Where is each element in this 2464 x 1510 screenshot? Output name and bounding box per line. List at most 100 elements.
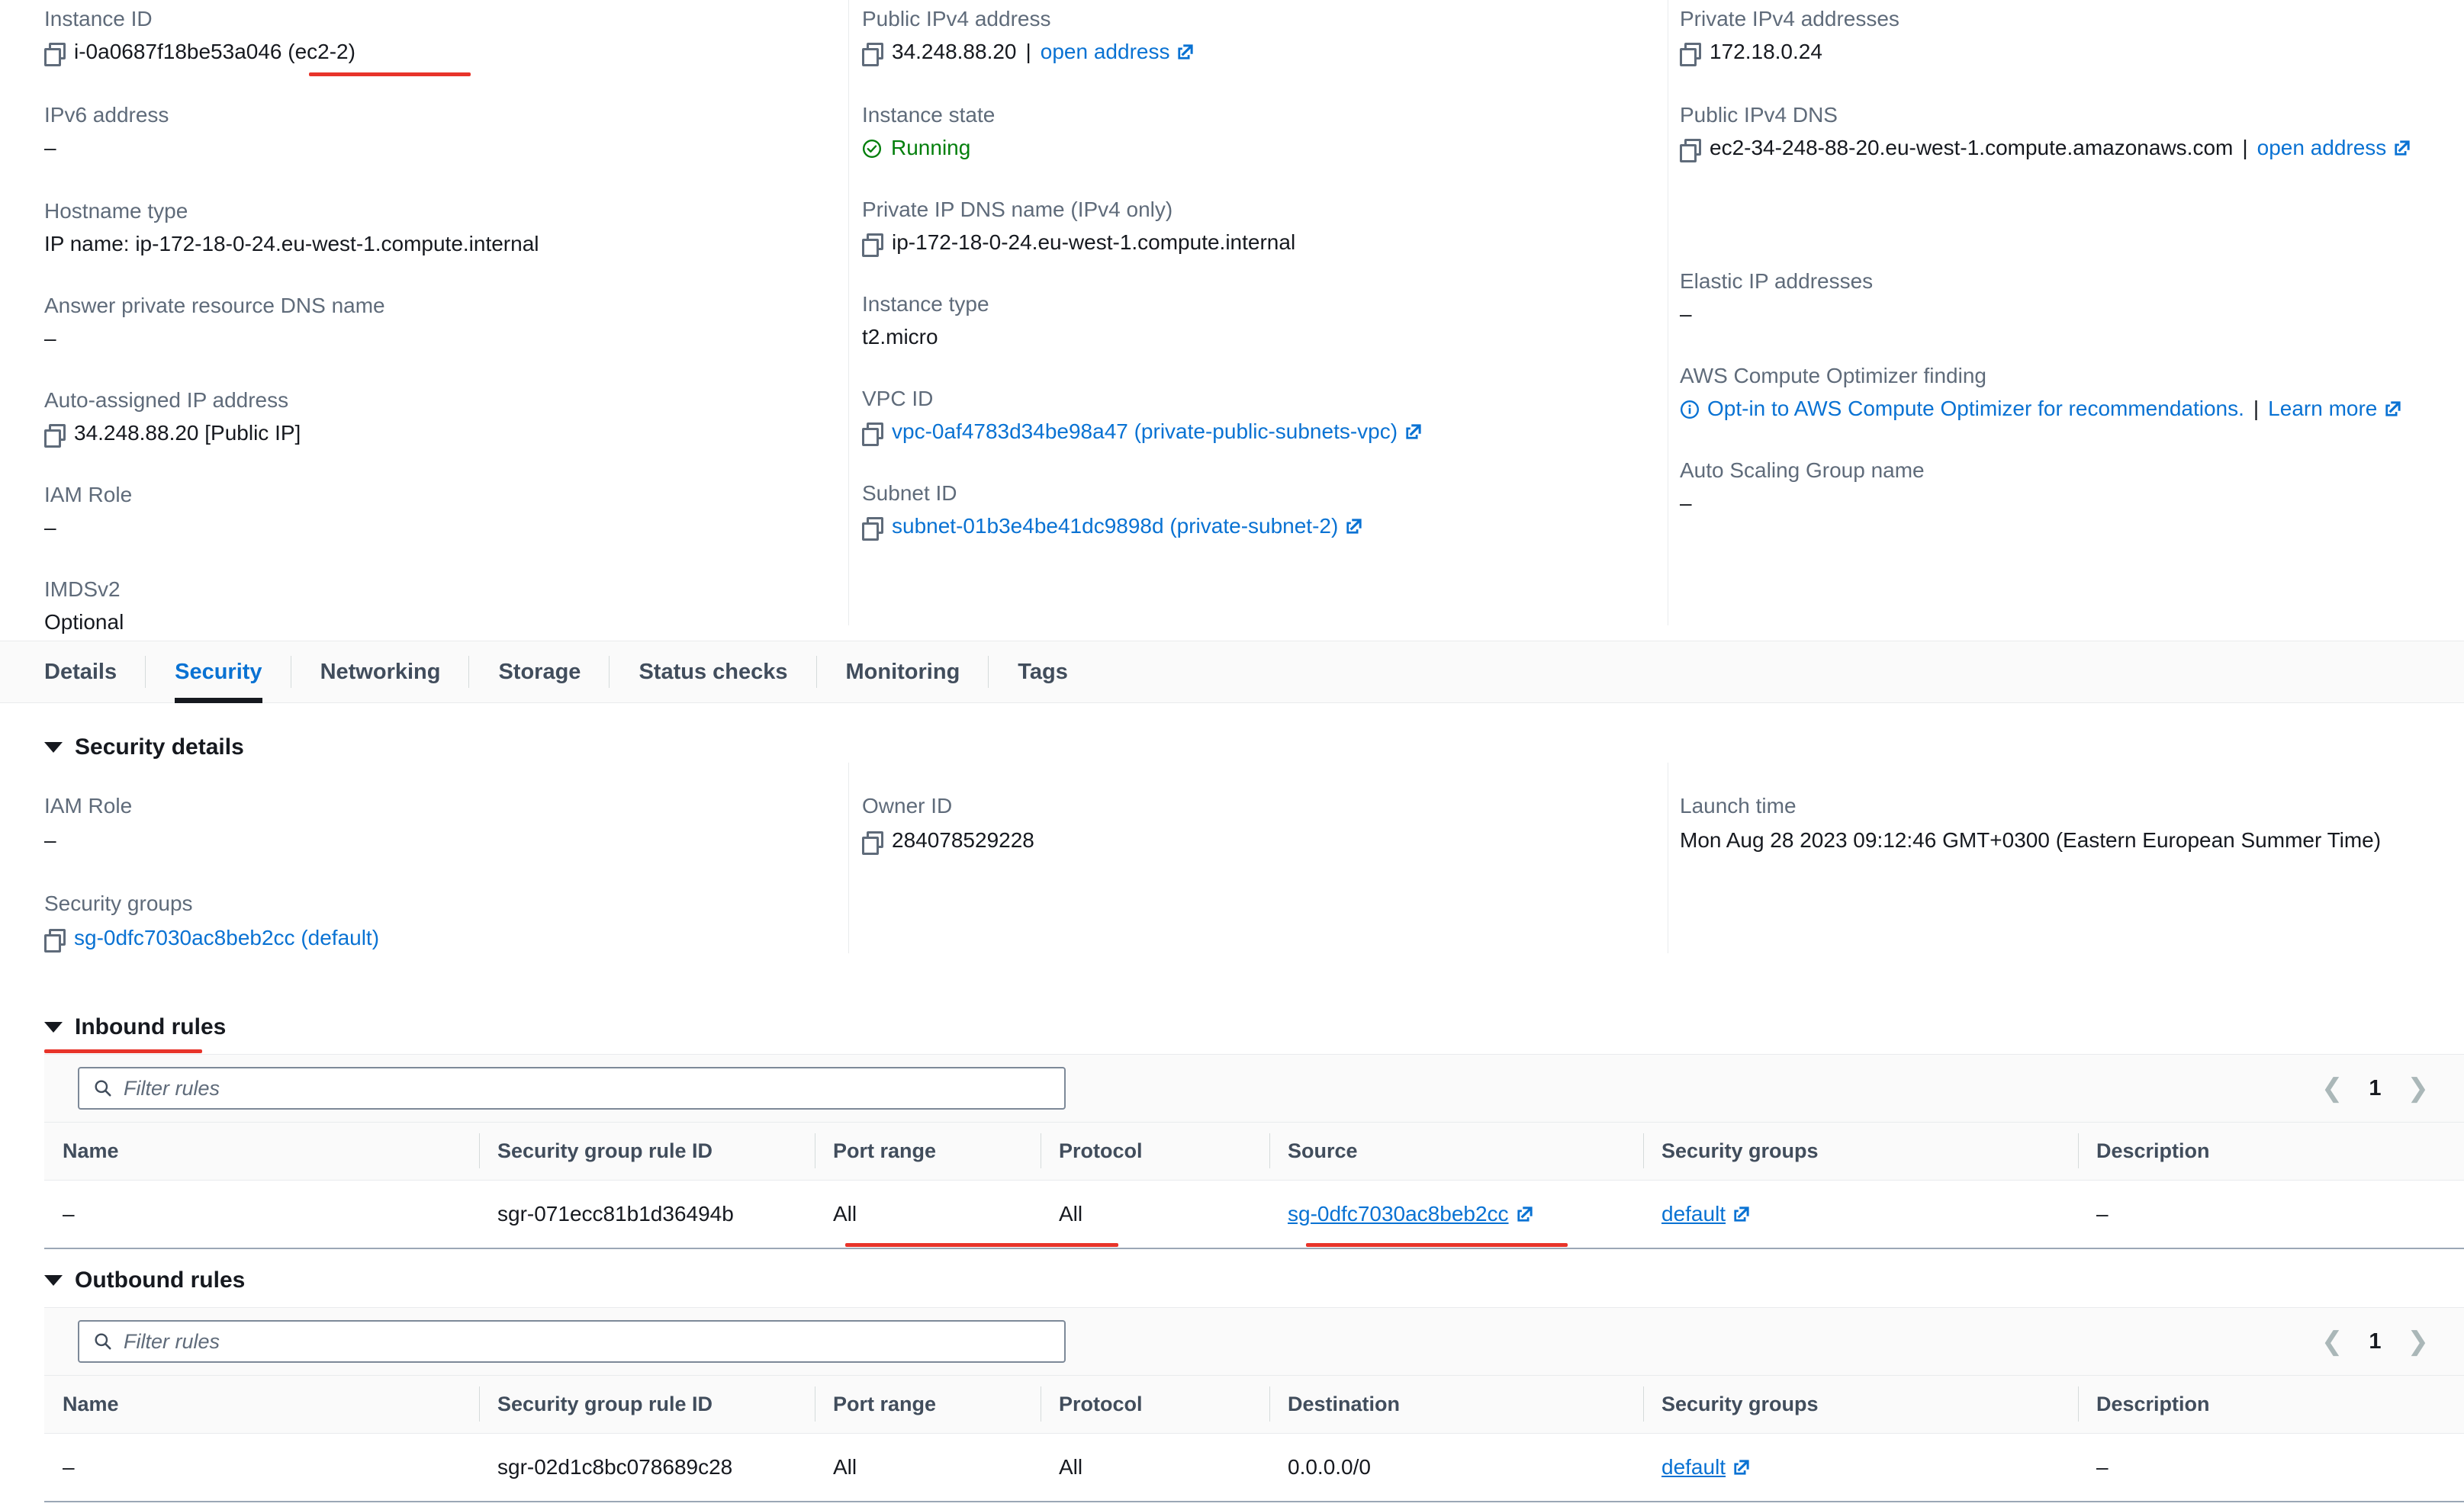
overview-divider-1 — [848, 0, 849, 625]
col-header-destination[interactable]: Destination — [1269, 1375, 1643, 1434]
field-public-ipv4-dns: Public IPv4 DNS ec2-34-248-88-20.eu-west… — [1680, 102, 2450, 162]
col-header-protocol[interactable]: Protocol — [1041, 1375, 1269, 1434]
security-group-default-link[interactable]: default — [1661, 1202, 1726, 1226]
col-header-security-groups[interactable]: Security groups — [1643, 1122, 2078, 1181]
open-address-link[interactable]: open address — [1041, 38, 1170, 66]
separator: | — [2242, 136, 2248, 159]
security-group-default-link[interactable]: default — [1661, 1455, 1726, 1479]
copy-icon[interactable] — [1680, 138, 1701, 162]
next-page-icon[interactable]: ❯ — [2408, 1328, 2430, 1354]
col-header-name[interactable]: Name — [44, 1375, 479, 1434]
cell-name: – — [44, 1433, 479, 1502]
field-private-ipv4-addresses: Private IPv4 addresses 172.18.0.24 — [1680, 6, 2450, 66]
field-value: – — [44, 134, 845, 162]
copy-icon[interactable] — [862, 516, 883, 541]
tab-details[interactable]: Details — [0, 641, 146, 703]
field-value: 172.18.0.24 — [1680, 38, 2450, 66]
field-value: – — [1680, 490, 2450, 517]
cell-name: – — [44, 1180, 479, 1249]
tab-networking[interactable]: Networking — [291, 641, 470, 703]
col-header-description[interactable]: Description — [2078, 1122, 2464, 1181]
field-label: Elastic IP addresses — [1680, 269, 1874, 293]
prev-page-icon[interactable]: ❮ — [2321, 1075, 2343, 1101]
col-header-description[interactable]: Description — [2078, 1375, 2464, 1434]
tab-monitoring[interactable]: Monitoring — [817, 641, 989, 703]
compute-optimizer-optin-link[interactable]: Opt-in to AWS Compute Optimizer for reco… — [1707, 395, 2244, 422]
open-address-link[interactable]: open address — [2257, 134, 2387, 162]
outbound-filter-input[interactable]: Filter rules — [78, 1320, 1066, 1363]
header-label: Security group rule ID — [497, 1393, 713, 1415]
col-header-source[interactable]: Source — [1269, 1122, 1643, 1181]
copy-icon[interactable] — [862, 830, 883, 855]
field-security-iam-role: IAM Role – — [44, 793, 845, 854]
field-value: – — [44, 514, 845, 541]
copy-icon[interactable] — [862, 233, 883, 257]
field-value: Mon Aug 28 2023 09:12:46 GMT+0300 (Easte… — [1680, 827, 2450, 854]
caret-down-icon[interactable] — [44, 1275, 63, 1286]
security-details-header[interactable]: Security details — [44, 734, 244, 760]
field-label: Instance type — [862, 292, 989, 316]
security-details-column-1: IAM Role – Security groups sg-0dfc7030ac… — [44, 793, 845, 953]
tab-storage[interactable]: Storage — [469, 641, 610, 703]
col-header-port-range[interactable]: Port range — [815, 1122, 1041, 1181]
security-group-link[interactable]: sg-0dfc7030ac8beb2cc (default) — [74, 924, 379, 952]
copy-icon[interactable] — [44, 928, 66, 953]
external-link-icon[interactable] — [1177, 43, 1194, 60]
header-label: Description — [2096, 1139, 2210, 1162]
tab-tags[interactable]: Tags — [989, 641, 1097, 703]
field-value: – — [44, 827, 845, 854]
external-link-icon[interactable] — [1733, 1459, 1750, 1476]
header-label: Security groups — [1661, 1393, 1819, 1415]
col-header-protocol[interactable]: Protocol — [1041, 1122, 1269, 1181]
tab-status-checks[interactable]: Status checks — [610, 641, 817, 703]
copy-icon[interactable] — [44, 423, 66, 448]
next-page-icon[interactable]: ❯ — [2408, 1075, 2430, 1101]
caret-down-icon[interactable] — [44, 742, 63, 753]
external-link-icon[interactable] — [2385, 400, 2401, 417]
outbound-rules-header[interactable]: Outbound rules — [44, 1267, 245, 1293]
annotation-underline-source — [1306, 1243, 1568, 1247]
instance-overview-panel: Instance ID i-0a0687f18be53a046 (ec2-2) … — [0, 0, 2464, 641]
field-value: t2.micro — [862, 323, 1663, 351]
header-label: Port range — [833, 1393, 937, 1415]
copy-icon[interactable] — [862, 42, 883, 66]
col-header-port-range[interactable]: Port range — [815, 1375, 1041, 1434]
tab-security[interactable]: Security — [146, 641, 291, 703]
external-link-icon[interactable] — [1733, 1206, 1750, 1222]
field-value: – — [1680, 300, 2450, 328]
external-link-icon[interactable] — [1517, 1206, 1533, 1222]
separator: | — [2253, 397, 2260, 420]
inbound-rules-header[interactable]: Inbound rules — [44, 1014, 226, 1040]
instance-type-value: t2.micro — [862, 325, 938, 349]
caret-down-icon[interactable] — [44, 1022, 63, 1033]
inbound-filter-input[interactable]: Filter rules — [78, 1067, 1066, 1110]
learn-more-link[interactable]: Learn more — [2268, 395, 2377, 422]
cell-description: – — [2078, 1433, 2464, 1502]
col-header-security-group-rule-id[interactable]: Security group rule ID — [479, 1375, 815, 1434]
copy-icon[interactable] — [862, 422, 883, 446]
field-label: AWS Compute Optimizer finding — [1680, 364, 1986, 387]
tab-label: Details — [44, 659, 117, 684]
field-instance-id: Instance ID i-0a0687f18be53a046 (ec2-2) — [44, 6, 845, 66]
instance-tabs: Details Security Networking Storage Stat… — [0, 641, 2464, 703]
vpc-id-link[interactable]: vpc-0af4783d34be98a47 (private-public-su… — [892, 418, 1398, 445]
cell-port-range: All — [815, 1433, 1041, 1502]
external-link-icon[interactable] — [2394, 140, 2411, 156]
prev-page-icon[interactable]: ❮ — [2321, 1328, 2343, 1354]
overview-column-3: Private IPv4 addresses 172.18.0.24 Publi… — [1680, 0, 2450, 517]
col-header-security-group-rule-id[interactable]: Security group rule ID — [479, 1122, 815, 1181]
external-link-icon[interactable] — [1346, 518, 1362, 535]
inbound-pagination: ❮ 1 ❯ — [2321, 1055, 2429, 1122]
subnet-id-link[interactable]: subnet-01b3e4be41dc9898d (private-subnet… — [892, 512, 1338, 540]
field-label: Public IPv4 DNS — [1680, 103, 1838, 127]
field-label: Launch time — [1680, 794, 1797, 818]
copy-icon[interactable] — [44, 42, 66, 66]
field-aws-compute-optimizer-finding: AWS Compute Optimizer finding Opt-in to … — [1680, 363, 2450, 422]
col-header-security-groups[interactable]: Security groups — [1643, 1375, 2078, 1434]
field-label: Answer private resource DNS name — [44, 294, 385, 317]
copy-icon[interactable] — [1680, 42, 1701, 66]
external-link-icon[interactable] — [1405, 423, 1422, 440]
source-security-group-link[interactable]: sg-0dfc7030ac8beb2cc — [1288, 1202, 1509, 1226]
col-header-name[interactable]: Name — [44, 1122, 479, 1181]
field-label: IAM Role — [44, 794, 133, 818]
